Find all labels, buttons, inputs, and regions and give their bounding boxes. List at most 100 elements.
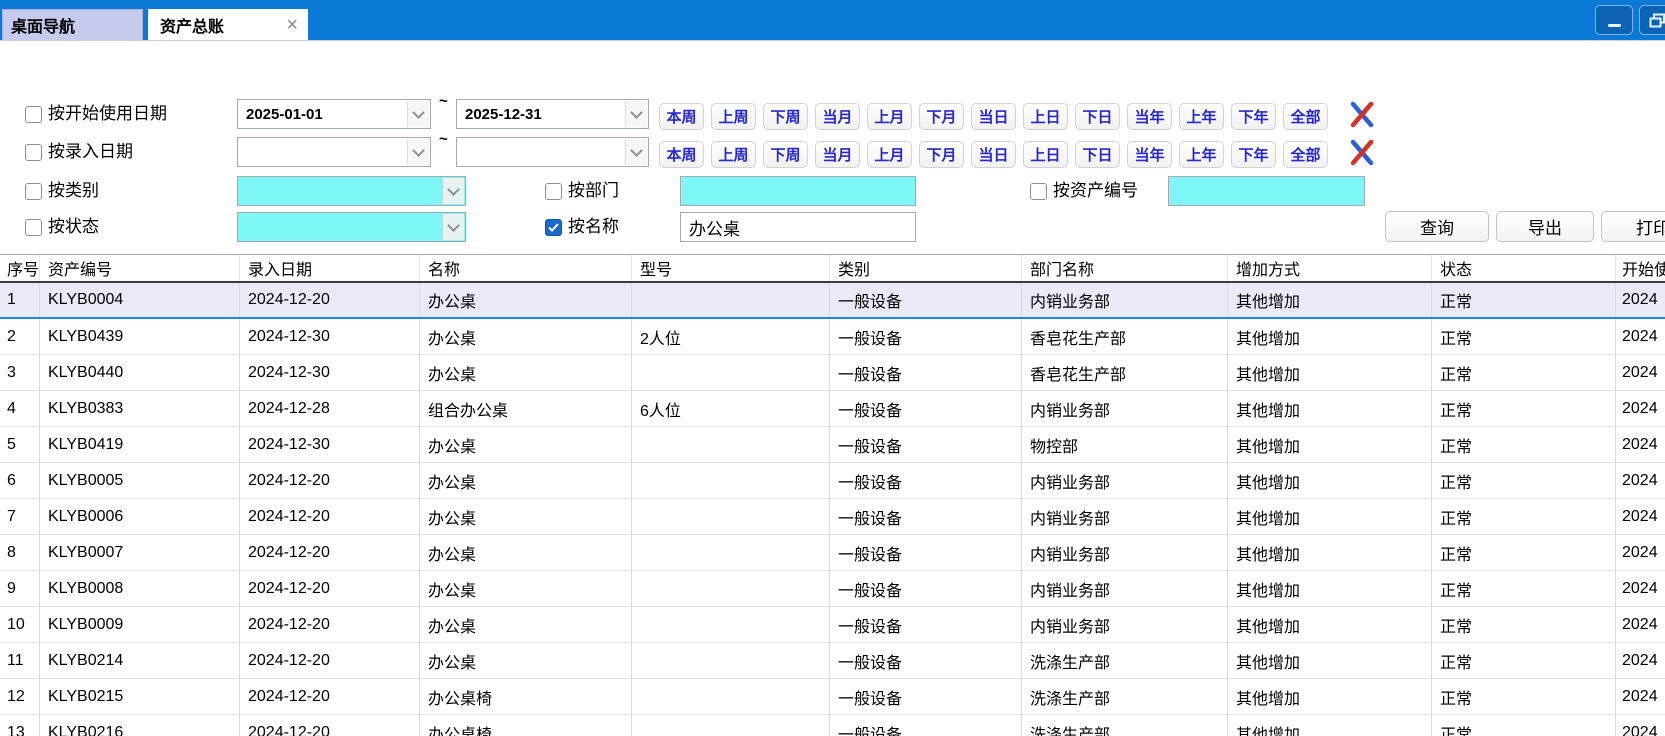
quick-date-button[interactable]: 本周: [659, 141, 704, 168]
table-row[interactable]: 2 KLYB0439 2024-12-30 办公桌 2人位 一般设备 香皂花生产部 其他增加正…: [0, 319, 1665, 355]
column-header[interactable]: 开始使: [1616, 255, 1665, 281]
category-checkbox[interactable]: [25, 183, 42, 200]
close-icon[interactable]: ×: [286, 15, 298, 35]
table-cell: 2024: [1616, 355, 1665, 391]
table-row[interactable]: 6 KLYB0005 2024-12-20 办公桌 一般设备 内销业务部 其他增加 正常 202…: [0, 463, 1665, 499]
table-row[interactable]: 5 KLYB0419 2024-12-30 办公桌 一般设备 物控部 其他增加 正常 2024: [0, 427, 1665, 463]
category-select[interactable]: [237, 176, 466, 206]
column-header[interactable]: 类别: [830, 255, 1022, 281]
table-body: 1 KLYB0004 2024-12-20 办公桌 一般设备 内销业务部 其他增加 正常 202…: [0, 283, 1665, 736]
quick-date-button[interactable]: 下年: [1231, 103, 1276, 130]
chevron-down-icon[interactable]: [442, 214, 464, 240]
quick-date-button[interactable]: 下月: [919, 141, 964, 168]
entry-date-to-select[interactable]: [456, 137, 649, 167]
table-cell: 其他增加: [1228, 391, 1432, 427]
department-input[interactable]: [680, 176, 916, 206]
quick-date-button[interactable]: 当月: [815, 103, 860, 130]
table-cell: 正常: [1432, 355, 1616, 391]
column-header[interactable]: 序号: [0, 255, 40, 281]
table-row[interactable]: 12 KLYB0215 2024-12-20 办公桌椅 一般设备 洗涤生产部 其他增加 正常 2…: [0, 679, 1665, 715]
quick-date-button[interactable]: 上日: [1023, 103, 1068, 130]
table-row[interactable]: 7 KLYB0006 2024-12-20 办公桌 一般设备 内销业务部 其他增加 正常 202…: [0, 499, 1665, 535]
table-cell: 正常: [1432, 715, 1616, 736]
entry-date-from-select[interactable]: [237, 137, 431, 167]
column-header[interactable]: 资产编号: [40, 255, 240, 281]
quick-date-button[interactable]: 当年: [1127, 141, 1172, 168]
table-cell: 其他增加: [1228, 355, 1432, 391]
asset-no-label: 按资产编号: [1053, 181, 1138, 200]
table-cell: 一般设备: [830, 571, 1022, 607]
quick-date-button[interactable]: 下周: [763, 141, 808, 168]
column-header[interactable]: 状态: [1432, 255, 1616, 281]
name-checkbox[interactable]: [545, 219, 562, 236]
quick-date-button[interactable]: 本周: [659, 103, 704, 130]
column-header[interactable]: 增加方式: [1228, 255, 1432, 281]
quick-date-button[interactable]: 当日: [971, 103, 1016, 130]
quick-date-button[interactable]: 当日: [971, 141, 1016, 168]
table-row[interactable]: 9 KLYB0008 2024-12-20 办公桌 一般设备 内销业务部 其他增加 正常 202…: [0, 571, 1665, 607]
quick-date-button[interactable]: 上周: [711, 141, 756, 168]
table-cell: 正常: [1432, 463, 1616, 499]
clear-tools-icon[interactable]: [1346, 138, 1378, 168]
start-date-from-select[interactable]: 2025-01-01: [237, 99, 431, 129]
print-button[interactable]: 打印: [1601, 211, 1665, 242]
quick-date-button[interactable]: 当月: [815, 141, 860, 168]
table-row[interactable]: 10 KLYB0009 2024-12-20 办公桌 一般设备 内销业务部 其他增加 正常 20…: [0, 607, 1665, 643]
table-cell: 一般设备: [830, 391, 1022, 427]
clear-tools-icon[interactable]: [1346, 100, 1378, 130]
export-button[interactable]: 导出: [1496, 211, 1594, 242]
start-date-to-select[interactable]: 2025-12-31: [456, 99, 649, 129]
table-row[interactable]: 11 KLYB0214 2024-12-20 办公桌 一般设备 洗涤生产部 其他增加 正常 20…: [0, 643, 1665, 679]
status-select[interactable]: [237, 212, 466, 242]
asset-no-checkbox[interactable]: [1030, 183, 1047, 200]
column-header[interactable]: 型号: [632, 255, 830, 281]
table-cell: 一般设备: [830, 463, 1022, 499]
quick-date-button[interactable]: 下年: [1231, 141, 1276, 168]
table-row[interactable]: 1 KLYB0004 2024-12-20 办公桌 一般设备 内销业务部 其他增加 正常 202…: [0, 283, 1665, 319]
quick-date-button[interactable]: 上月: [867, 141, 912, 168]
tab-asset-ledger[interactable]: 资产总账 ×: [148, 9, 308, 40]
table-cell: 2024-12-20: [240, 643, 420, 679]
entry-date-checkbox[interactable]: [25, 144, 42, 161]
quick-date-button[interactable]: 上年: [1179, 141, 1224, 168]
table-cell: 香皂花生产部: [1022, 319, 1228, 355]
quick-date-button[interactable]: 当年: [1127, 103, 1172, 130]
chevron-down-icon[interactable]: [625, 139, 647, 165]
table-row[interactable]: 4 KLYB0383 2024-12-28 组合办公桌 6人位 一般设备 内销业务部 其他增加…: [0, 391, 1665, 427]
column-header[interactable]: 部门名称: [1022, 255, 1228, 281]
chevron-down-icon[interactable]: [407, 101, 429, 127]
category-label: 按类别: [48, 181, 99, 200]
quick-date-button[interactable]: 全部: [1283, 103, 1328, 130]
quick-date-button[interactable]: 下月: [919, 103, 964, 130]
department-checkbox[interactable]: [545, 183, 562, 200]
quick-date-button[interactable]: 上年: [1179, 103, 1224, 130]
quick-date-button[interactable]: 下日: [1075, 141, 1120, 168]
asset-no-input[interactable]: [1168, 176, 1365, 206]
quick-date-button[interactable]: 下周: [763, 103, 808, 130]
table-row[interactable]: 13 KLYB0216 2024-12-20 办公桌椅 一般设备 洗涤生产部 其他增加 正常 2…: [0, 715, 1665, 736]
chevron-down-icon[interactable]: [442, 178, 464, 204]
name-input[interactable]: [680, 212, 916, 242]
minimize-button[interactable]: [1595, 5, 1633, 35]
table-cell: 正常: [1432, 607, 1616, 643]
column-header[interactable]: 录入日期: [240, 255, 420, 281]
status-checkbox[interactable]: [25, 219, 42, 236]
table-cell: 2024: [1616, 643, 1665, 679]
quick-date-button[interactable]: 上周: [711, 103, 756, 130]
column-header[interactable]: 名称: [420, 255, 632, 281]
start-date-checkbox[interactable]: [25, 106, 42, 123]
quick-date-button[interactable]: 全部: [1283, 141, 1328, 168]
chevron-down-icon[interactable]: [625, 101, 647, 127]
table-cell: 6人位: [632, 391, 830, 427]
restore-button[interactable]: [1639, 5, 1665, 35]
chevron-down-icon[interactable]: [407, 139, 429, 165]
quick-date-button[interactable]: 下日: [1075, 103, 1120, 130]
query-button-label: 查询: [1420, 219, 1454, 238]
table-row[interactable]: 8 KLYB0007 2024-12-20 办公桌 一般设备 内销业务部 其他增加 正常 202…: [0, 535, 1665, 571]
tab-desktop-navigation[interactable]: 桌面导航: [2, 9, 143, 40]
quick-date-button[interactable]: 上月: [867, 103, 912, 130]
query-button[interactable]: 查询: [1385, 211, 1489, 242]
quick-date-button[interactable]: 上日: [1023, 141, 1068, 168]
table-row[interactable]: 3 KLYB0440 2024-12-30 办公桌 一般设备 香皂花生产部 其他增加 正常 20…: [0, 355, 1665, 391]
table-cell: [632, 499, 830, 535]
